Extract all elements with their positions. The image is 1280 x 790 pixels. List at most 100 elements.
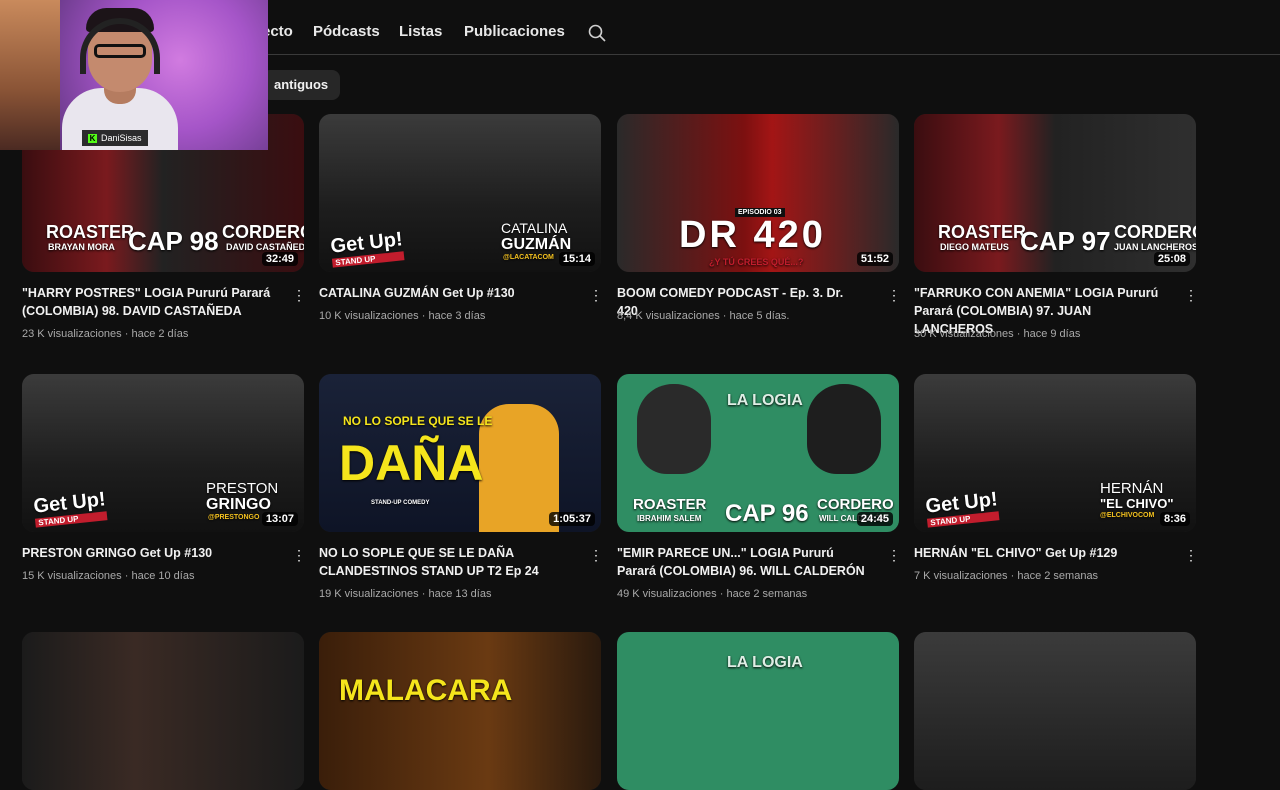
thumb-label: @PRESTONGO <box>208 514 260 521</box>
more-options-icon[interactable]: ⋮ <box>292 546 306 564</box>
video-thumbnail[interactable]: Get Up! STAND UP PRESTON GRINGO @PRESTONG… <box>22 374 304 532</box>
video-thumbnail[interactable]: LA LOGIA ROASTER IBRAHIM SALEM CAP 96 CO… <box>617 374 899 532</box>
thumb-label: MALACARA <box>339 674 513 707</box>
duration-badge: 15:14 <box>558 252 595 266</box>
thumb-label: DAVID CASTAÑEDA <box>226 242 304 252</box>
thumb-label: DIEGO MATEUS <box>940 242 1009 252</box>
view-count: 10 K visualizaciones <box>319 310 419 322</box>
upload-age: hace 3 días <box>428 310 486 322</box>
thumb-label: NO LO SOPLE QUE SE LE <box>343 414 493 428</box>
upload-age: hace 9 días <box>1023 328 1081 340</box>
thumb-label: CORDERO <box>817 496 894 513</box>
video-thumbnail[interactable] <box>22 632 304 790</box>
video-meta: 49 K visualizaciones · hace 2 semanas <box>617 588 808 600</box>
sort-chip-antiguos[interactable]: antiguos <box>262 70 341 100</box>
video-thumbnail[interactable]: NO LO SOPLE QUE SE LE DAÑA STAND-UP COME… <box>319 374 601 532</box>
thumb-label: PRESTON <box>206 480 279 497</box>
thumb-label: "EL CHIVO" <box>1100 496 1174 511</box>
video-thumbnail[interactable]: MALACARA <box>319 632 601 790</box>
video-meta: 8,4 K visualizaciones · hace 5 días. <box>617 310 790 322</box>
tab-listas[interactable]: Listas <box>399 23 442 40</box>
video-card: Get Up! STAND UP PRESTON GRINGO @PRESTONG… <box>22 374 312 582</box>
video-title[interactable]: CATALINA GUZMÁN Get Up #130 <box>319 284 569 302</box>
room-background <box>0 0 60 150</box>
duration-badge: 24:45 <box>856 512 893 526</box>
thumb-label: LA LOGIA <box>727 654 803 671</box>
video-meta: 15 K visualizaciones · hace 10 días <box>22 570 195 582</box>
thumb-label: IBRAHIM SALEM <box>637 514 702 523</box>
video-thumbnail[interactable]: Get Up! STAND UP HERNÁN "EL CHIVO" @ELCHI… <box>914 374 1196 532</box>
view-count: 8,4 K visualizaciones <box>617 310 720 322</box>
video-title[interactable]: NO LO SOPLE QUE SE LE DAÑA CLANDESTINOS … <box>319 544 569 580</box>
view-count: 30 K visualizaciones <box>914 328 1014 340</box>
view-count: 15 K visualizaciones <box>22 570 122 582</box>
view-count: 19 K visualizaciones <box>319 588 419 600</box>
cordero-illustration <box>807 384 881 474</box>
video-meta: 23 K visualizaciones · hace 2 días <box>22 328 189 340</box>
more-options-icon[interactable]: ⋮ <box>589 546 603 564</box>
duration-badge: 51:52 <box>856 252 893 266</box>
video-meta: 30 K visualizaciones · hace 9 días <box>914 328 1081 340</box>
video-card <box>22 632 312 790</box>
thumb-label: @LACATACOM <box>503 254 554 261</box>
thumb-label: ROASTER <box>938 222 1027 242</box>
video-thumbnail[interactable]: Get Up! STAND UP CATALINA GUZMÁN @LACATAC… <box>319 114 601 272</box>
video-title[interactable]: "HARRY POSTRES" LOGIA Pururú Parará (COL… <box>22 284 272 320</box>
roaster-illustration <box>637 384 711 474</box>
more-options-icon[interactable]: ⋮ <box>589 286 603 304</box>
webcam-overlay: K DaniSisas <box>0 0 268 150</box>
thumb-label: DR 420 <box>679 214 826 256</box>
video-thumbnail[interactable] <box>914 632 1196 790</box>
video-thumbnail[interactable]: LA LOGIA <box>617 632 899 790</box>
more-options-icon[interactable]: ⋮ <box>887 546 901 564</box>
upload-age: hace 5 días. <box>729 310 790 322</box>
thumb-label: DAÑA <box>339 435 484 491</box>
thumb-label: CORDERO <box>222 222 304 242</box>
upload-age: hace 10 días <box>131 570 195 582</box>
thumb-label: HERNÁN <box>1100 480 1164 497</box>
view-count: 49 K visualizaciones <box>617 588 717 600</box>
video-title[interactable]: "EMIR PARECE UN..." LOGIA Pururú Parará … <box>617 544 867 580</box>
thumb-label: BRAYAN MORA <box>48 242 115 252</box>
kick-logo-icon: K <box>88 133 97 143</box>
video-thumbnail[interactable]: ROASTER DIEGO MATEUS CAP 97 CORDERO JUAN… <box>914 114 1196 272</box>
video-title[interactable]: PRESTON GRINGO Get Up #130 <box>22 544 272 562</box>
view-count: 7 K visualizaciones <box>914 570 1008 582</box>
video-title[interactable]: HERNÁN "EL CHIVO" Get Up #129 <box>914 544 1164 562</box>
tab-publicaciones[interactable]: Publicaciones <box>464 23 565 40</box>
thumb-label: CAP 98 <box>128 226 219 256</box>
upload-age: hace 2 semanas <box>1017 570 1099 582</box>
duration-badge: 8:36 <box>1159 512 1190 526</box>
video-card: MALACARA <box>319 632 609 790</box>
video-meta: 7 K visualizaciones · hace 2 semanas <box>914 570 1099 582</box>
thumb-label: STAND-UP COMEDY <box>371 500 430 506</box>
more-options-icon[interactable]: ⋮ <box>292 286 306 304</box>
video-meta: 19 K visualizaciones · hace 13 días <box>319 588 492 600</box>
thumb-label: ROASTER <box>46 222 135 242</box>
video-card: ROASTER DIEGO MATEUS CAP 97 CORDERO JUAN… <box>914 114 1204 340</box>
view-count: 23 K visualizaciones <box>22 328 122 340</box>
more-options-icon[interactable]: ⋮ <box>1184 286 1198 304</box>
thumb-label: ¿Y TÚ CREES QUÉ...? <box>709 257 804 267</box>
thumb-label: CORDERO <box>1114 222 1196 242</box>
tab-podcasts[interactable]: Pódcasts <box>313 23 380 40</box>
thumb-label: CATALINA <box>501 220 568 236</box>
upload-age: hace 2 semanas <box>726 588 808 600</box>
thumb-label: GRINGO <box>206 496 271 513</box>
video-card: NO LO SOPLE QUE SE LE DAÑA STAND-UP COME… <box>319 374 609 600</box>
duration-badge: 32:49 <box>261 252 298 266</box>
duration-badge: 25:08 <box>1153 252 1190 266</box>
more-options-icon[interactable]: ⋮ <box>1184 546 1198 564</box>
more-options-icon[interactable]: ⋮ <box>887 286 901 304</box>
video-card: Get Up! STAND UP CATALINA GUZMÁN @LACATAC… <box>319 114 609 322</box>
video-card <box>914 632 1204 790</box>
video-card: Get Up! STAND UP HERNÁN "EL CHIVO" @ELCHI… <box>914 374 1204 582</box>
thumb-label: CAP 97 <box>1020 226 1111 256</box>
search-icon[interactable] <box>587 23 607 43</box>
video-meta: 10 K visualizaciones · hace 3 días <box>319 310 486 322</box>
thumb-label: CAP 96 <box>725 500 809 527</box>
thumb-label: LA LOGIA <box>727 392 803 409</box>
streamer-name: DaniSisas <box>101 133 142 143</box>
video-card: LA LOGIA ROASTER IBRAHIM SALEM CAP 96 CO… <box>617 374 907 600</box>
video-thumbnail[interactable]: EPISODIO 03 DR 420 ¿Y TÚ CREES QUÉ...? 5… <box>617 114 899 272</box>
